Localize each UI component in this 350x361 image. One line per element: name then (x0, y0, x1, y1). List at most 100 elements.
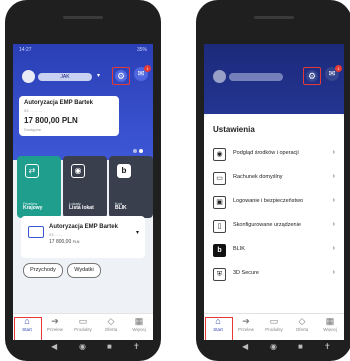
gift-icon: ✉ 1 (325, 65, 342, 81)
eye-icon: ◉ (213, 148, 226, 161)
settings-button[interactable]: ⚙ (303, 67, 321, 85)
account-number: 03 ... ... (49, 232, 63, 237)
transfer-icon: ➔ (242, 316, 250, 326)
lock-icon: ▣ (213, 196, 226, 209)
app-header: 14:27 35% JAK ▾ ⚙ ✉ 1 Autoryzacja EMP Ba… (13, 44, 153, 160)
account-title: Autoryzacja EMP Bartek (49, 224, 118, 230)
tile-sub: BLIK (115, 205, 127, 211)
accessibility-icon[interactable]: ✝ (133, 342, 140, 351)
back-icon[interactable]: ◀ (242, 342, 248, 351)
nav-label: Przelew (237, 327, 254, 332)
account-card-title: Autoryzacja EMP Bartek (24, 100, 93, 106)
transfer-icon: ⇄ (25, 164, 39, 178)
nav-label: Przelew (46, 327, 63, 332)
notification-badge: 1 (335, 65, 342, 72)
menu-item-label: BLIK (233, 246, 245, 252)
account-card-balance: 17 800,00 PLN (24, 116, 78, 125)
app-header-dimmed: ⚙ ✉ 1 (204, 44, 344, 114)
tile-sub: Lista lokat (69, 205, 94, 211)
balance-currency: PLN (72, 240, 80, 244)
nav-offer[interactable]: ◇ Oferta (97, 316, 125, 338)
avatar (213, 70, 226, 83)
menu-item-balance-preview[interactable]: ◉ Podgląd środków i operacji › (212, 144, 338, 165)
menu-item-label: Logowanie i bezpieczeństwo (233, 198, 304, 204)
nav-more[interactable]: ▦ Więcej (125, 316, 153, 338)
nav-label: Produkty (74, 327, 92, 332)
menu-item-label: 3D Secure (233, 270, 259, 276)
nav-start[interactable]: ⌂ Start (13, 316, 42, 340)
phone-start-screen: 14:27 35% JAK ▾ ⚙ ✉ 1 Autoryzacja EMP Ba… (5, 0, 161, 361)
grid-icon: ▦ (325, 316, 335, 326)
avatar[interactable] (22, 70, 35, 83)
settings-button[interactable]: ⚙ (112, 67, 130, 85)
menu-item-blik[interactable]: b BLIK › (212, 240, 338, 261)
recents-icon[interactable]: ■ (298, 342, 303, 351)
recents-icon[interactable]: ■ (107, 342, 112, 351)
tile-transfer[interactable]: ⇄ Przelew Krajowy (17, 156, 61, 218)
status-battery: 35% (136, 47, 147, 53)
chevron-down-icon[interactable]: ▾ (136, 229, 139, 236)
tag-icon: ◇ (298, 316, 306, 326)
blik-icon: b (213, 244, 226, 257)
quick-actions: ⇄ Przelew Krajowy ◉ Lokaty Lista lokat b K… (13, 156, 153, 218)
nav-label: Oferta (295, 327, 309, 332)
accessibility-icon[interactable]: ✝ (324, 342, 331, 351)
status-time: 14:27 (19, 47, 32, 53)
bottom-nav: ⌂ Start ➔ Przelew ▭ Produkty ◇ Oferta ▦ … (13, 313, 153, 340)
chevron-right-icon: › (332, 269, 335, 276)
tile-deposits[interactable]: ◉ Lokaty Lista lokat (63, 156, 107, 218)
tile-blik[interactable]: b Kod BLIK (109, 156, 153, 218)
chevron-right-icon: › (332, 197, 335, 204)
account-card[interactable]: Autoryzacja EMP Bartek 03 ... ... ... 17… (19, 96, 119, 136)
chevron-right-icon: › (332, 149, 335, 156)
highlight-frame (205, 317, 233, 340)
nav-more[interactable]: ▦ Więcej (316, 316, 344, 338)
tile-sub: Krajowy (23, 205, 43, 211)
tag-icon: ◇ (107, 316, 115, 326)
nav-start[interactable]: ⌂ Start (204, 316, 233, 340)
notification-badge: 1 (144, 65, 151, 72)
menu-item-3d-secure[interactable]: ⛨ 3D Secure › (212, 264, 338, 285)
nav-label: Więcej (323, 327, 337, 332)
nav-products[interactable]: ▭ Produkty (69, 316, 97, 338)
balance-value: 17 800,00 (49, 239, 72, 245)
app-screen: 14:27 35% JAK ▾ ⚙ ✉ 1 Autoryzacja EMP Ba… (13, 44, 153, 340)
phone-speaker (63, 16, 103, 19)
menu-item-configured-device[interactable]: ▯ Skonfigurowane urządzenie › (212, 216, 338, 237)
expenses-button[interactable]: Wydatki (67, 263, 101, 278)
bottom-nav: ⌂ Start ➔ Przelew ▭ Produkty ◇ Oferta ▦ … (204, 313, 344, 340)
wallet-icon: ▭ (269, 316, 279, 326)
chevron-right-icon: › (332, 221, 335, 228)
gift-icon[interactable]: ✉ 1 (134, 65, 151, 81)
menu-item-default-account[interactable]: ▭ Rachunek domyślny › (212, 168, 338, 189)
phone-settings-screen: ⚙ ✉ 1 Ustawienia ◉ Podgląd środków i oper… (196, 0, 350, 361)
chevron-right-icon: › (332, 245, 335, 252)
android-nav: ◀ ◉ ■ ✝ (204, 340, 344, 354)
account-card-number: 03 ... ... ... (24, 108, 42, 113)
back-icon[interactable]: ◀ (51, 342, 57, 351)
account-section[interactable]: Autoryzacja EMP Bartek 03 ... ... 17 800… (21, 216, 145, 258)
menu-item-label: Podgląd środków i operacji (233, 150, 299, 156)
account-card-sub: Dostępne (24, 127, 42, 132)
income-button[interactable]: Przychody (23, 263, 63, 278)
user-name (229, 73, 283, 81)
status-bar: 14:27 35% (19, 47, 147, 56)
chevron-down-icon[interactable]: ▾ (97, 72, 100, 79)
home-circle-icon[interactable]: ◉ (270, 342, 277, 351)
phone-speaker (254, 16, 294, 19)
nav-label: Oferta (104, 327, 118, 332)
nav-products[interactable]: ▭ Produkty (260, 316, 288, 338)
nav-transfer[interactable]: ➔ Przelew (41, 316, 69, 338)
grid-icon: ▦ (134, 316, 144, 326)
menu-item-login-security[interactable]: ▣ Logowanie i bezpieczeństwo › (212, 192, 338, 213)
account-balance: 17 800,00 PLN (49, 239, 79, 245)
nav-offer[interactable]: ◇ Oferta (288, 316, 316, 338)
nav-label: Produkty (265, 327, 283, 332)
wallet-icon: ▭ (78, 316, 88, 326)
home-circle-icon[interactable]: ◉ (79, 342, 86, 351)
nav-label: Więcej (132, 327, 146, 332)
nav-transfer[interactable]: ➔ Przelew (232, 316, 260, 338)
gear-icon: ⚙ (115, 70, 127, 82)
menu-item-label: Skonfigurowane urządzenie (233, 222, 301, 228)
user-name[interactable]: JAK (38, 73, 92, 81)
